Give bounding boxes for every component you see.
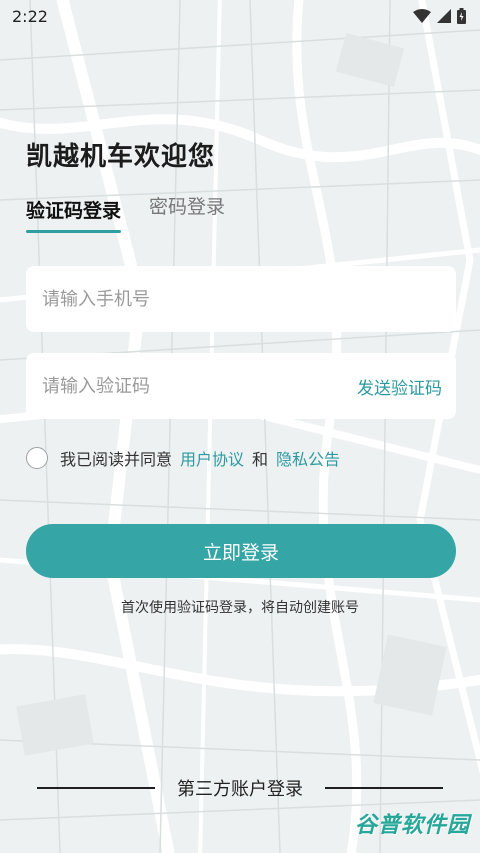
divider-line-left [37,787,155,789]
status-time: 2:22 [12,6,48,26]
send-code-button[interactable]: 发送验证码 [357,374,442,399]
third-party-login-divider: 第三方账户登录 [0,775,480,801]
login-hint: 首次使用验证码登录，将自动创建账号 [121,600,359,616]
divider-line-right [325,787,443,789]
code-field: 发送验证码 [26,353,456,419]
status-icons [413,8,466,24]
phone-input[interactable] [40,287,442,311]
agreement-and: 和 [252,450,269,469]
code-input[interactable] [40,374,357,398]
agreement-checkbox[interactable] [26,447,48,469]
tab-sms-login[interactable]: 验证码登录 [26,196,122,233]
agreement-row: 我已阅读并同意 用户协议 和 隐私公告 [26,446,340,470]
map-background [0,0,480,853]
privacy-notice-link[interactable]: 隐私公告 [276,446,340,470]
welcome-title: 凯越机车欢迎您 [26,142,216,172]
login-button[interactable]: 立即登录 [26,524,456,578]
phone-field [26,266,456,332]
login-tabs: 验证码登录 密码登录 [26,196,225,233]
watermark-logo: 谷普软件园 [354,813,470,838]
wifi-icon [413,9,431,23]
user-agreement-link[interactable]: 用户协议 [180,446,244,470]
agreement-prefix: 我已阅读并同意 [60,450,173,469]
battery-icon [457,8,466,24]
third-party-login-label[interactable]: 第三方账户登录 [177,775,303,801]
signal-icon [437,9,451,23]
status-bar: 2:22 [0,0,480,32]
tab-password-login[interactable]: 密码登录 [149,192,225,233]
